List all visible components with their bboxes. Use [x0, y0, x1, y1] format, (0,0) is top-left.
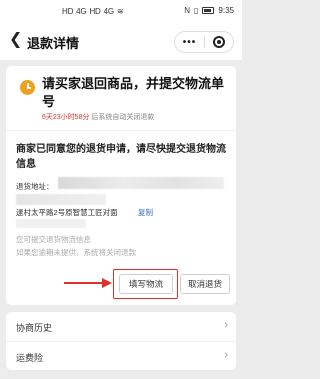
chevron-right-icon: ›	[224, 349, 228, 361]
vibrate-icon: ▯	[194, 6, 199, 15]
list-item-negotiation-history[interactable]: 协商历史 ›	[6, 312, 236, 341]
clock-time: 9:35	[218, 6, 234, 15]
chevron-right-icon: ›	[224, 319, 228, 331]
wifi-icon: ≋	[116, 7, 124, 16]
detail-list: 协商历史 › 运费险 ›	[6, 312, 236, 370]
chevron-left-icon[interactable]: ❮	[9, 31, 22, 49]
refund-status-card: 请买家退回商品，并提交物流单号 6天23小时58分 后系统自动关闭退款 商家已同…	[6, 66, 236, 305]
redacted-address	[58, 177, 224, 189]
hint-text: 如果您逾期未提供，系统将关闭退款	[16, 248, 136, 257]
status-bar: HD 4G HD 4G ≋ N ▯ 9:35	[0, 0, 242, 22]
cancel-return-button[interactable]: 取消退货	[180, 274, 230, 294]
fill-logistics-button[interactable]: 填写物流	[119, 274, 173, 294]
countdown-value: 6天23小时58分	[42, 114, 90, 121]
address-label: 退货地址：	[16, 182, 54, 191]
address-text: 逯村太平路2号原智慧工匠对面	[16, 208, 118, 217]
signal-hd-2: HD	[89, 7, 101, 16]
hint-text: 您可提交退货物流信息	[16, 235, 91, 244]
mini-program-capsule: •••	[174, 31, 234, 53]
target-icon	[212, 36, 225, 48]
merchant-message: 商家已同意您的退货申请，请尽快提交退货物流信息	[16, 144, 226, 170]
status-right: N ▯ 9:35	[184, 6, 234, 15]
page-title: 退款详情	[27, 36, 80, 51]
refund-status-title: 请买家退回商品，并提交物流单号	[42, 76, 225, 109]
nav-bar: ❮ 退款详情 •••	[0, 22, 242, 60]
signal-indicators: HD 4G HD 4G ≋	[62, 7, 124, 16]
clock-icon	[20, 80, 35, 95]
list-item-label: 协商历史	[16, 323, 53, 333]
list-item-label: 运费险	[16, 353, 44, 363]
redacted-address	[16, 194, 106, 205]
more-dots-icon[interactable]: •••	[175, 37, 204, 48]
countdown-text: 6天23小时58分 后系统自动关闭退款	[42, 112, 154, 122]
signal-hd-1: HD	[62, 7, 74, 16]
redacted-contact	[16, 219, 86, 228]
red-arrow-annotation	[64, 278, 112, 288]
copy-address-link[interactable]: 复制	[138, 207, 153, 218]
divider	[6, 130, 236, 131]
battery-icon	[202, 7, 215, 14]
close-mini-program-button[interactable]	[205, 36, 233, 48]
nfc-icon: N	[184, 6, 191, 15]
signal-4g-1: 4G	[76, 7, 87, 16]
list-item-shipping-insurance[interactable]: 运费险 ›	[6, 341, 236, 370]
countdown-suffix: 后系统自动关闭退款	[89, 114, 155, 121]
signal-4g-2: 4G	[103, 7, 114, 16]
